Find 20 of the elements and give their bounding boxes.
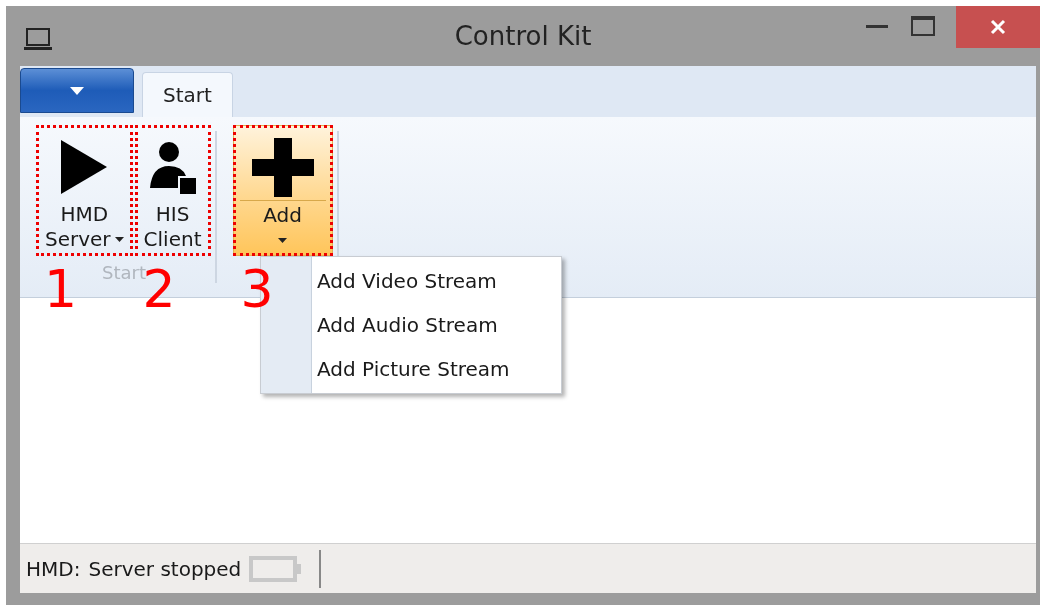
app-menu-button[interactable] <box>20 68 134 113</box>
ribbon-button[interactable]: Add <box>232 125 333 256</box>
ribbon-tab[interactable]: Start <box>142 72 233 117</box>
annotation-number: 1 <box>44 263 78 315</box>
laptop-icon <box>24 28 52 50</box>
caret-icon <box>70 86 84 95</box>
window-title: Control Kit <box>454 21 592 51</box>
ribbon-button[interactable]: HIS Client <box>134 125 211 256</box>
menu-item[interactable]: Add Picture Stream <box>261 347 561 391</box>
battery-icon <box>249 555 304 582</box>
maximize-icon <box>911 16 935 36</box>
close-icon <box>990 19 1006 35</box>
plus-icon <box>249 136 316 198</box>
status-label: HMD: <box>26 556 81 581</box>
minimize-icon <box>866 24 888 28</box>
annotation-number: 3 <box>240 263 274 315</box>
status-text: Server stopped <box>88 556 242 581</box>
close-button[interactable] <box>956 6 1040 48</box>
ribbon-button[interactable]: HMD Server <box>36 125 133 256</box>
group-label: Start <box>102 262 146 283</box>
